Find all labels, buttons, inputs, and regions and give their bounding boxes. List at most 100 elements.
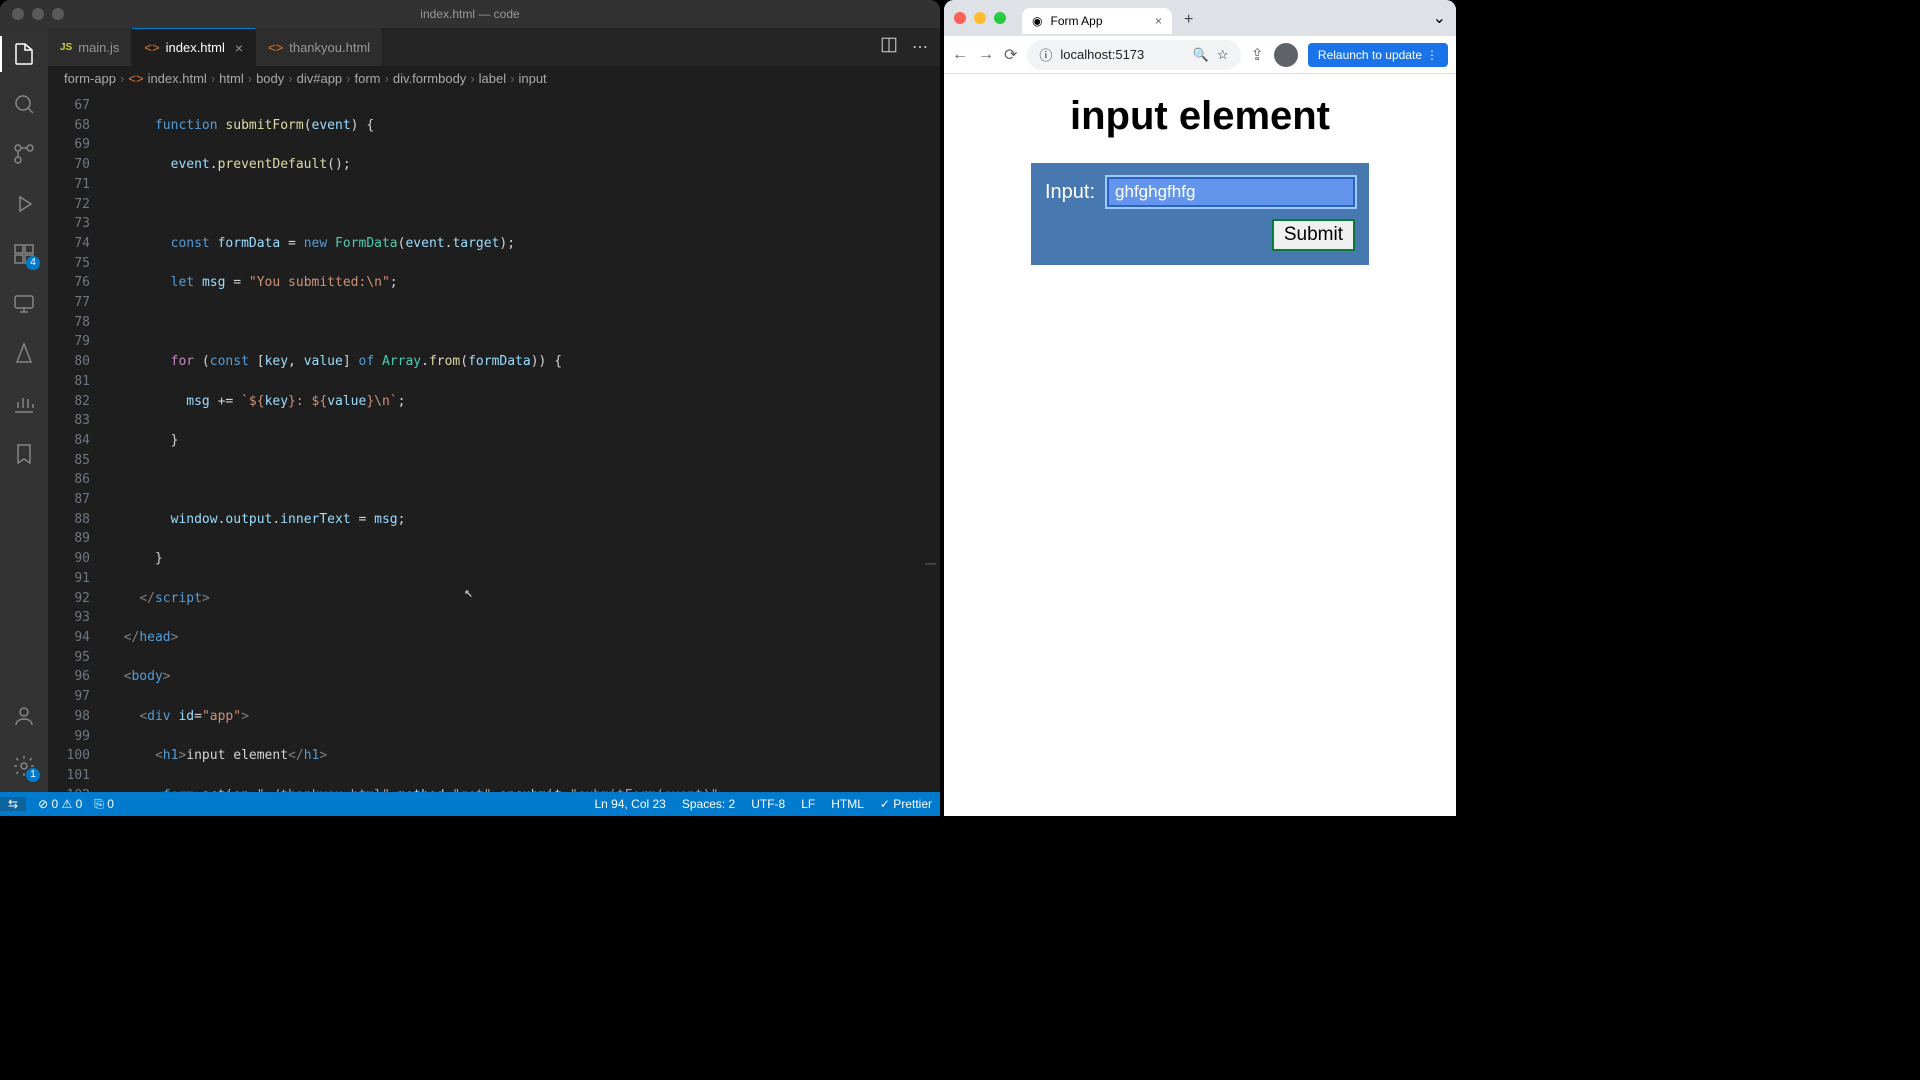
minimize-dot-icon[interactable]: [32, 8, 44, 20]
vscode-titlebar: index.html — code: [0, 0, 940, 28]
vscode-window: index.html — code 4 1 JS main.js <> index.…: [0, 0, 940, 816]
editor-tabs: JSmain.js <>index.html× <>thankyou.html …: [48, 28, 940, 66]
explorer-icon[interactable]: [10, 40, 38, 68]
chevron-right-icon: ›: [120, 71, 124, 86]
line-number-gutter: 6768697071727374757677787980818283848586…: [48, 92, 108, 792]
globe-icon: ◉: [1032, 14, 1042, 28]
browser-tab-title: Form App: [1050, 14, 1102, 28]
tab-label: index.html: [166, 40, 225, 55]
breadcrumb-item[interactable]: index.html: [148, 71, 207, 86]
zoom-dot-icon[interactable]: [52, 8, 64, 20]
gear-icon[interactable]: 1: [10, 752, 38, 780]
zoom-icon[interactable]: 🔍: [1193, 47, 1209, 63]
chevron-right-icon: ›: [385, 71, 389, 86]
activity-bar: 4 1: [0, 28, 48, 792]
mouse-cursor-icon: ↖: [464, 583, 473, 603]
traffic-lights[interactable]: [12, 8, 64, 20]
breadcrumb-item[interactable]: form: [355, 71, 381, 86]
status-encoding[interactable]: UTF-8: [751, 797, 785, 811]
search-icon[interactable]: [10, 90, 38, 118]
chevron-right-icon: ›: [510, 71, 514, 86]
azure-icon[interactable]: [10, 340, 38, 368]
chevron-right-icon: ›: [288, 71, 292, 86]
browser-toolbar: ← → ⟳ ⓘ localhost:5173 🔍 ☆ ⇪ Relaunch to…: [944, 36, 1456, 74]
profile-avatar-icon[interactable]: [1274, 43, 1298, 67]
chevron-right-icon: ›: [470, 71, 474, 86]
status-formatter[interactable]: ✓ Prettier: [880, 797, 932, 811]
submit-button[interactable]: Submit: [1272, 219, 1355, 251]
breadcrumb-item[interactable]: form-app: [64, 71, 116, 86]
traffic-lights[interactable]: [954, 12, 1006, 24]
form-row: Input:: [1045, 177, 1355, 207]
input-label: Input:: [1045, 181, 1095, 204]
more-icon[interactable]: ⋯: [912, 37, 928, 57]
breadcrumb-item[interactable]: input: [518, 71, 546, 86]
text-input[interactable]: [1107, 177, 1355, 207]
tab-label: main.js: [78, 40, 119, 55]
relaunch-button[interactable]: Relaunch to update ⋮: [1308, 43, 1448, 67]
bookmark-icon[interactable]: [10, 440, 38, 468]
browser-window: ◉ Form App × + ⌄ ← → ⟳ ⓘ localhost:5173 …: [944, 0, 1456, 816]
html-file-icon: <>: [268, 40, 283, 55]
more-icon: ⋮: [1426, 48, 1438, 62]
breadcrumb-item[interactable]: label: [479, 71, 506, 86]
status-ports[interactable]: ⎘ 0: [94, 797, 114, 812]
breadcrumb-item[interactable]: div#app: [297, 71, 343, 86]
new-tab-button[interactable]: +: [1184, 11, 1193, 29]
tab-label: thankyou.html: [289, 40, 370, 55]
extensions-badge: 4: [26, 256, 40, 270]
install-icon[interactable]: ⇪: [1251, 45, 1264, 65]
browser-tab[interactable]: ◉ Form App ×: [1022, 8, 1172, 34]
breadcrumb-item[interactable]: body: [256, 71, 284, 86]
extensions-icon[interactable]: 4: [10, 240, 38, 268]
tab-thankyou-html[interactable]: <> thankyou.html: [256, 28, 383, 66]
breadcrumb-item[interactable]: html: [219, 71, 244, 86]
status-spaces[interactable]: Spaces: 2: [682, 797, 735, 811]
breadcrumbs[interactable]: form-app › <> index.html › html › body › div#…: [48, 66, 940, 92]
tab-main-js[interactable]: JS main.js: [48, 28, 132, 66]
forward-icon[interactable]: →: [978, 46, 994, 64]
source-control-icon[interactable]: [10, 140, 38, 168]
status-errors[interactable]: ⊘ 0 ⚠ 0: [38, 797, 82, 811]
status-bar: ⇆ ⊘ 0 ⚠ 0 ⎘ 0 Ln 94, Col 23 Spaces: 2 UT…: [0, 792, 940, 816]
minimize-dot-icon[interactable]: [974, 12, 986, 24]
remote-explorer-icon[interactable]: [10, 290, 38, 318]
url-text: localhost:5173: [1060, 47, 1144, 62]
code-editor[interactable]: 6768697071727374757677787980818283848586…: [48, 92, 940, 792]
chevron-right-icon: ›: [211, 71, 215, 86]
code-content[interactable]: function submitForm(event) { event.preve…: [108, 92, 940, 792]
account-icon[interactable]: [10, 702, 38, 730]
run-debug-icon[interactable]: [10, 190, 38, 218]
star-icon[interactable]: ☆: [1217, 47, 1229, 63]
minimap-hint-icon: —: [925, 554, 936, 574]
form-body: Input: Submit: [1031, 163, 1369, 265]
close-icon[interactable]: ×: [235, 40, 243, 56]
breadcrumb-item[interactable]: div.formbody: [393, 71, 466, 86]
page-content: input element Input: Submit: [944, 74, 1456, 816]
remote-indicator-icon[interactable]: ⇆: [0, 797, 26, 811]
split-editor-icon[interactable]: [880, 36, 898, 59]
graph-icon[interactable]: [10, 390, 38, 418]
html-file-icon: <>: [144, 40, 159, 55]
tab-index-html[interactable]: <> index.html ×: [132, 28, 256, 66]
close-icon[interactable]: ×: [1155, 14, 1162, 28]
back-icon[interactable]: ←: [952, 46, 968, 64]
browser-titlebar: ◉ Form App × + ⌄: [944, 0, 1456, 36]
status-language[interactable]: HTML: [831, 797, 864, 811]
window-title: index.html — code: [420, 7, 519, 21]
chevron-right-icon: ›: [248, 71, 252, 86]
url-bar[interactable]: ⓘ localhost:5173 🔍 ☆: [1027, 40, 1240, 70]
js-file-icon: JS: [60, 42, 72, 53]
chevron-down-icon[interactable]: ⌄: [1433, 8, 1446, 28]
status-eol[interactable]: LF: [801, 797, 815, 811]
settings-badge: 1: [26, 768, 40, 782]
reload-icon[interactable]: ⟳: [1004, 45, 1017, 65]
zoom-dot-icon[interactable]: [994, 12, 1006, 24]
site-info-icon[interactable]: ⓘ: [1039, 45, 1052, 64]
status-cursor[interactable]: Ln 94, Col 23: [594, 797, 665, 811]
close-dot-icon[interactable]: [12, 8, 24, 20]
page-title: input element: [964, 94, 1436, 139]
html-file-icon: <>: [128, 71, 143, 86]
close-dot-icon[interactable]: [954, 12, 966, 24]
chevron-right-icon: ›: [346, 71, 350, 86]
